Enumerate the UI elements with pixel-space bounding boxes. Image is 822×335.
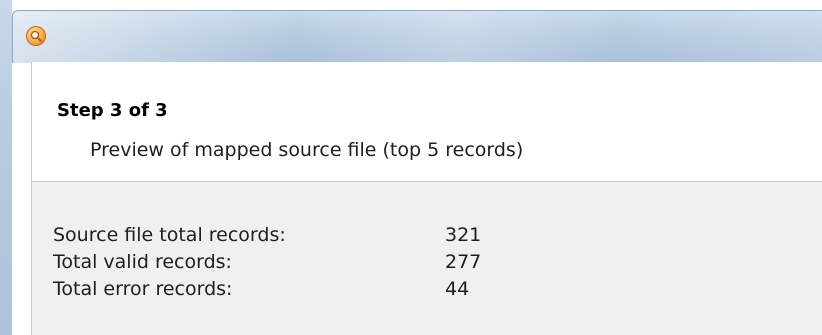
step-title: Step 3 of 3 [57, 100, 168, 121]
magnifier-app-icon [26, 26, 46, 46]
stat-value: 277 [445, 251, 482, 273]
stat-label: Total error records: [53, 278, 233, 300]
stat-value: 321 [445, 224, 482, 246]
stat-value: 44 [445, 278, 470, 300]
wizard-header: Step 3 of 3 Preview of mapped source fil… [31, 62, 822, 182]
wizard-body: Source file total records: 321 Total val… [31, 182, 822, 335]
background-window-edge [0, 0, 12, 335]
stat-label: Source file total records: [53, 224, 286, 246]
stat-label: Total valid records: [53, 251, 232, 273]
window-titlebar[interactable] [12, 10, 822, 63]
step-description: Preview of mapped source file (top 5 rec… [90, 139, 524, 161]
import-wizard-window: Step 3 of 3 Preview of mapped source fil… [0, 0, 822, 335]
